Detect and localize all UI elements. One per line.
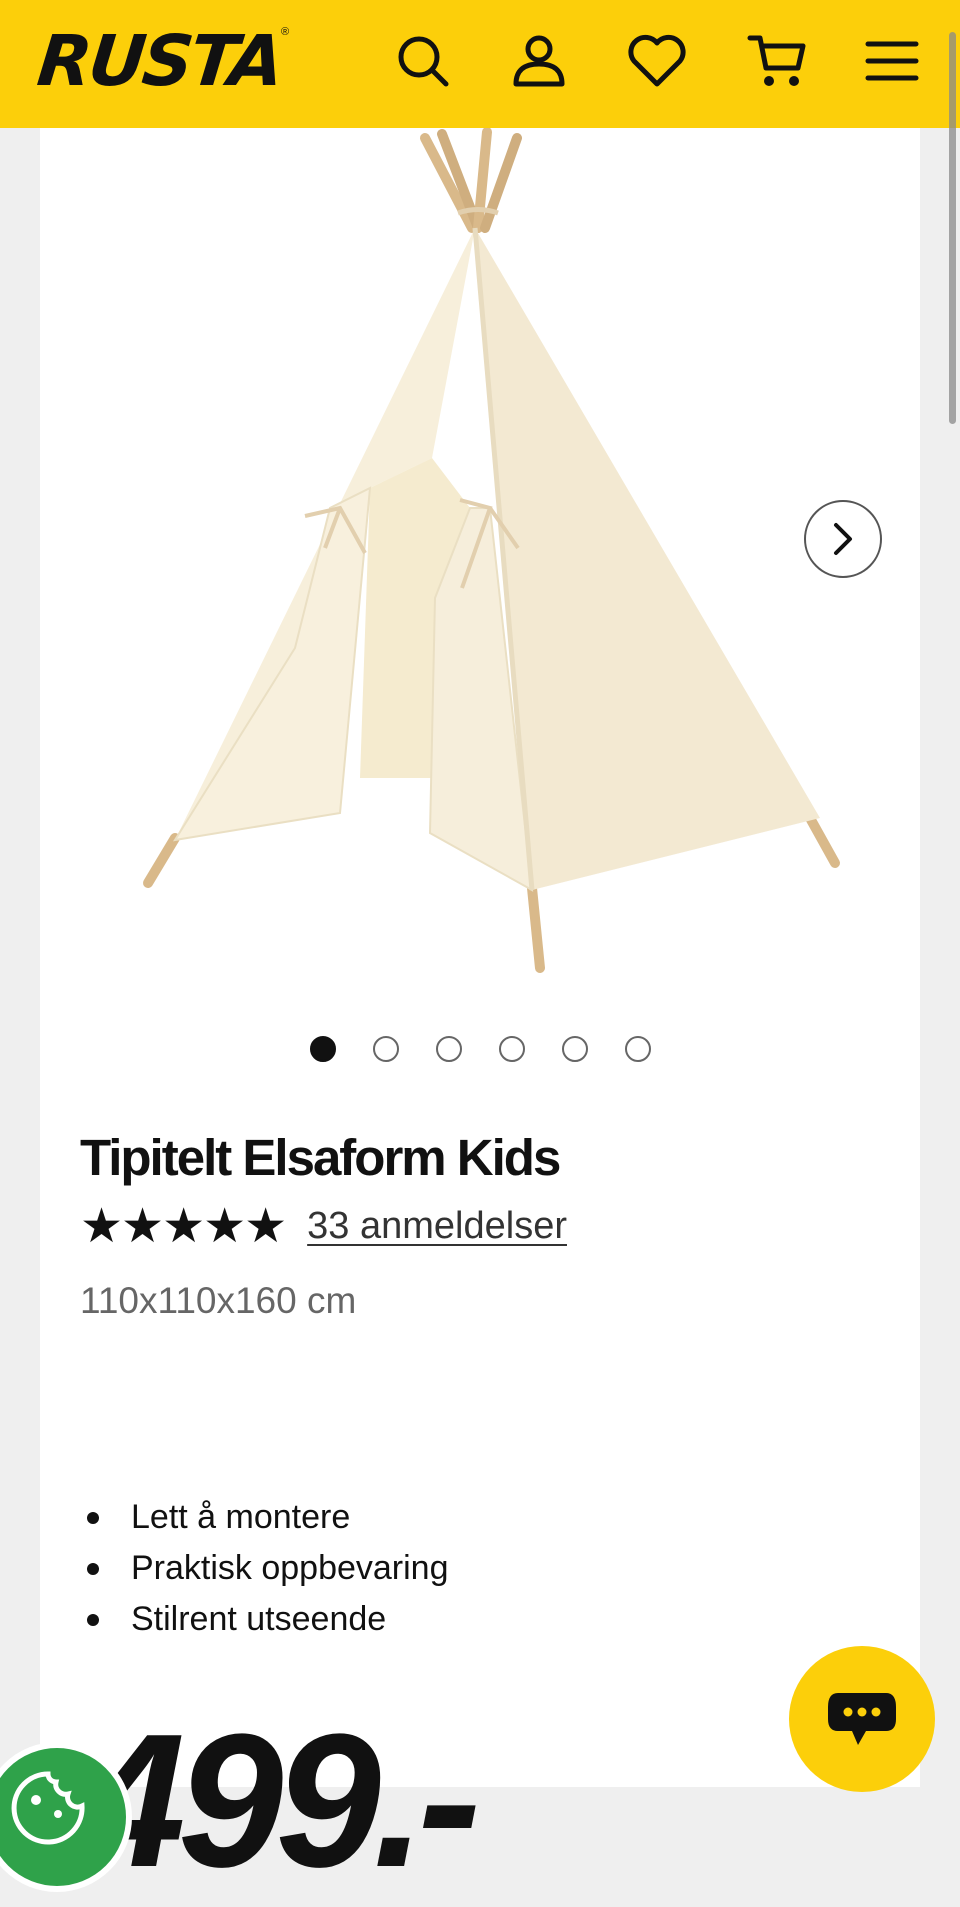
gallery-dot[interactable]: [499, 1036, 525, 1062]
page-scrollbar[interactable]: [949, 32, 956, 424]
cart-icon[interactable]: [742, 26, 812, 96]
product-image-gallery[interactable]: [40, 127, 920, 1008]
gallery-pagination: [310, 1036, 660, 1066]
account-icon[interactable]: [504, 26, 574, 96]
list-item: Stilrent utseende: [80, 1594, 449, 1645]
product-card: Tipitelt Elsaform Kids ★★★★★ 33 anmeldel…: [40, 127, 920, 1896]
feature-list: Lett å montere Praktisk oppbevaring Stil…: [80, 1492, 449, 1645]
chat-button[interactable]: [789, 1646, 935, 1792]
gallery-dot[interactable]: [625, 1036, 651, 1062]
product-price: 499.-: [80, 1695, 481, 1907]
chevron-right-icon: [834, 523, 852, 555]
bullet-icon: [87, 1562, 99, 1575]
search-icon[interactable]: [388, 26, 458, 96]
favorites-icon[interactable]: [622, 26, 692, 96]
cookie-icon: [11, 1771, 85, 1845]
chat-bubble-icon: [828, 1693, 896, 1745]
gallery-dot[interactable]: [436, 1036, 462, 1062]
rating-stars: ★★★★★: [80, 1200, 287, 1253]
gallery-dot[interactable]: [562, 1036, 588, 1062]
product-dimensions: 110x110x160 cm: [80, 1280, 357, 1321]
bullet-icon: [87, 1613, 99, 1626]
menu-icon[interactable]: [857, 26, 927, 96]
product-rating: ★★★★★ 33 anmeldelser: [80, 1198, 567, 1254]
list-item: Praktisk oppbevaring: [80, 1543, 449, 1594]
registered-mark: ®: [281, 26, 290, 38]
site-header: RUSTA ®: [0, 0, 960, 128]
list-item: Lett å montere: [80, 1492, 449, 1543]
gallery-dot[interactable]: [310, 1036, 336, 1062]
product-title: Tipitelt Elsaform Kids: [80, 1129, 561, 1186]
reviews-link[interactable]: 33 anmeldelser: [307, 1205, 567, 1248]
bullet-icon: [87, 1511, 99, 1524]
gallery-dot[interactable]: [373, 1036, 399, 1062]
rusta-logo[interactable]: RUSTA: [34, 20, 285, 102]
gallery-next-button[interactable]: [804, 500, 882, 578]
product-image: [40, 127, 920, 1008]
